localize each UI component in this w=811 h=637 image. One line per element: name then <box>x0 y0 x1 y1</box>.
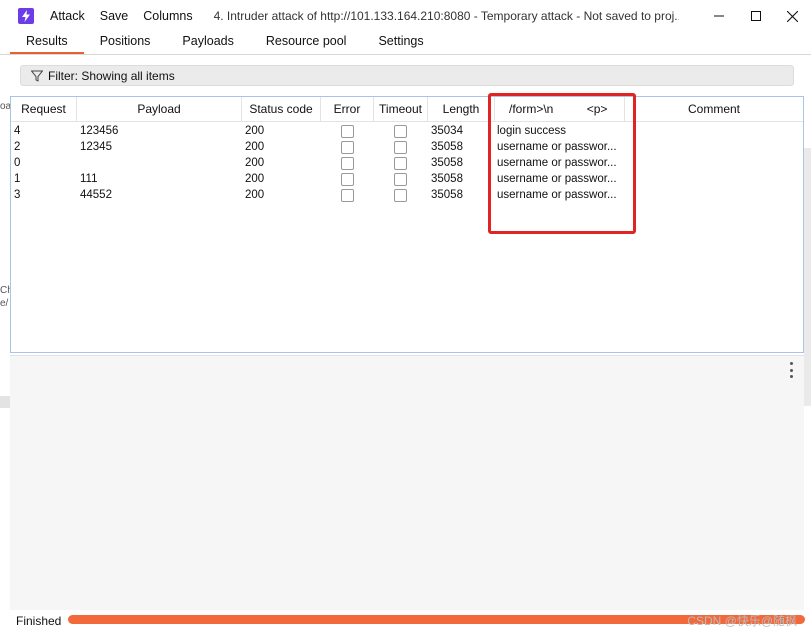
tab-settings[interactable]: Settings <box>362 32 439 54</box>
background-window-edge <box>0 396 10 408</box>
tab-positions[interactable]: Positions <box>84 32 167 54</box>
kebab-icon[interactable] <box>788 362 794 378</box>
cell-request: 3 <box>14 189 21 201</box>
table-row[interactable]: 0 200 35058 username or passwor... <box>11 155 803 171</box>
cell-status-code: 200 <box>245 141 265 153</box>
table-row[interactable]: 1 111 200 35058 username or passwor... <box>11 171 803 187</box>
cell-extract: username or passwor... <box>497 157 617 169</box>
status-text: Finished <box>16 614 62 628</box>
background-window-text: e/ <box>0 298 9 309</box>
error-checkbox[interactable] <box>341 157 354 170</box>
cell-extract: login success <box>497 125 567 137</box>
cell-request: 4 <box>14 125 21 137</box>
cell-payload <box>77 155 242 171</box>
close-icon <box>787 10 798 22</box>
column-comment[interactable]: Comment <box>625 97 803 121</box>
cell-extract: username or passwor... <box>497 189 617 201</box>
cell-request: 1 <box>14 173 21 185</box>
window-title: 4. Intruder attack of http://101.133.164… <box>213 9 679 23</box>
tab-payloads[interactable]: Payloads <box>166 32 249 54</box>
cell-request: 0 <box>14 157 21 169</box>
tab-bar: Results Positions Payloads Resource pool… <box>10 32 440 54</box>
title-bar: Attack Save Columns 4. Intruder attack o… <box>0 0 811 32</box>
table-row[interactable]: 2 12345 200 35058 username or passwor... <box>11 139 803 155</box>
cell-status-code: 200 <box>245 125 265 137</box>
timeout-checkbox[interactable] <box>394 125 407 138</box>
menu-save[interactable]: Save <box>100 9 129 23</box>
maximize-icon <box>750 11 761 21</box>
timeout-checkbox[interactable] <box>394 157 407 170</box>
timeout-checkbox[interactable] <box>394 173 407 186</box>
cell-extract: username or passwor... <box>497 141 617 153</box>
column-status-code[interactable]: Status code <box>242 97 321 121</box>
tab-resource-pool[interactable]: Resource pool <box>250 32 363 54</box>
cell-status-code: 200 <box>245 157 265 169</box>
cell-length: 35058 <box>431 189 463 201</box>
tab-results[interactable]: Results <box>10 32 84 54</box>
cell-length: 35058 <box>431 173 463 185</box>
cell-length: 35058 <box>431 157 463 169</box>
tab-divider <box>0 54 811 55</box>
menu-attack[interactable]: Attack <box>50 9 85 23</box>
funnel-icon <box>31 70 43 82</box>
timeout-checkbox[interactable] <box>394 141 407 154</box>
table-row[interactable]: 3 44552 200 35058 username or passwor... <box>11 187 803 203</box>
column-error[interactable]: Error <box>321 97 374 121</box>
cell-payload: 123456 <box>80 125 119 137</box>
table-header: Request Payload Status code Error Timeou… <box>11 97 803 122</box>
maximize-button[interactable] <box>737 0 774 32</box>
window-controls <box>700 0 811 32</box>
watermark: CSDN @快乐@随枫 <box>687 614 797 628</box>
error-checkbox[interactable] <box>341 173 354 186</box>
menu-bar: Attack Save Columns <box>50 9 208 23</box>
error-checkbox[interactable] <box>341 125 354 138</box>
cell-extract: username or passwor... <box>497 173 617 185</box>
table-row[interactable]: 4 123456 200 35034 login success <box>11 123 803 139</box>
cell-status-code: 200 <box>245 189 265 201</box>
error-checkbox[interactable] <box>341 189 354 202</box>
timeout-checkbox[interactable] <box>394 189 407 202</box>
cell-payload: 44552 <box>80 189 112 201</box>
column-request[interactable]: Request <box>11 97 77 121</box>
column-payload[interactable]: Payload <box>77 97 242 121</box>
cell-status-code: 200 <box>245 173 265 185</box>
request-response-panel <box>10 355 804 610</box>
column-extract[interactable]: /form>\n <p> <box>495 97 625 121</box>
filter-bar[interactable]: Filter: Showing all items <box>20 65 794 86</box>
cell-payload: 12345 <box>80 141 112 153</box>
close-button[interactable] <box>774 0 811 32</box>
column-length[interactable]: Length <box>428 97 495 121</box>
burp-lightning-icon <box>18 8 34 24</box>
cell-length: 35034 <box>431 125 463 137</box>
error-checkbox[interactable] <box>341 141 354 154</box>
minimize-button[interactable] <box>700 0 737 32</box>
menu-columns[interactable]: Columns <box>143 9 192 23</box>
minimize-icon <box>713 15 724 17</box>
results-table[interactable]: Request Payload Status code Error Timeou… <box>10 96 804 353</box>
column-timeout[interactable]: Timeout <box>374 97 428 121</box>
cell-request: 2 <box>14 141 21 153</box>
cell-length: 35058 <box>431 141 463 153</box>
cell-payload: 111 <box>80 173 98 185</box>
background-window-edge <box>804 148 811 406</box>
filter-label: Filter: Showing all items <box>48 68 175 83</box>
